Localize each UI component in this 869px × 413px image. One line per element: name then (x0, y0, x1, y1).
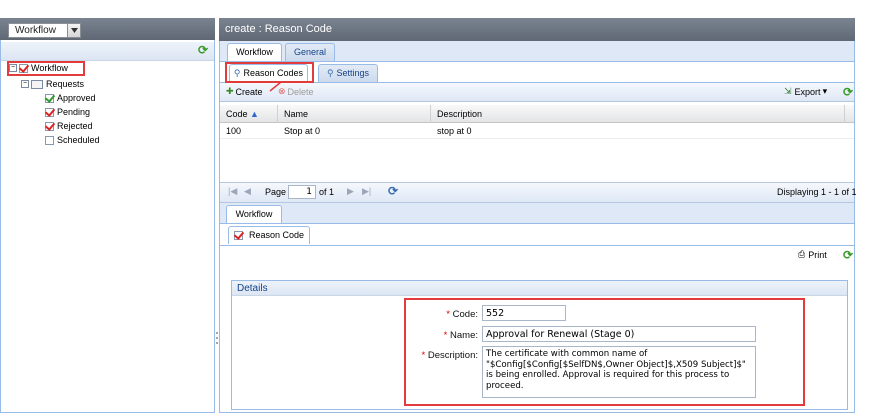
main-panel-title: create : Reason Code (219, 18, 855, 41)
tree-node-scheduled[interactable]: Scheduled (45, 135, 100, 145)
details-legend: Details (232, 281, 847, 296)
tree-node-rejected[interactable]: Rejected (45, 121, 93, 131)
print-button[interactable]: ⎙ Print (798, 249, 827, 260)
column-label: Code (226, 109, 248, 119)
column-header-name[interactable]: Name (278, 105, 431, 123)
print-label: Print (808, 249, 827, 260)
branch-icon: ⚲ (326, 68, 334, 78)
next-page-icon[interactable]: ▶ (347, 186, 354, 197)
tree-node-label: Rejected (57, 121, 93, 131)
checkbox-icon (233, 231, 243, 240)
tab-label: Reason Code (248, 230, 305, 240)
highlight-box (404, 298, 805, 406)
left-toolbar: ⟳ (1, 42, 214, 61)
checkbox-icon (45, 107, 54, 117)
last-page-icon[interactable]: ▶| (362, 186, 371, 197)
create-icon: ✚ (226, 86, 234, 96)
chevron-down-icon: ▾ (822, 86, 828, 96)
cell-name: Stop at 0 (284, 126, 321, 136)
tree-node-label: Approved (57, 93, 96, 103)
tab-detail-workflow[interactable]: Workflow (226, 205, 282, 223)
table-row[interactable]: 100 Stop at 0 stop at 0 (220, 123, 854, 139)
grid-toolbar (220, 83, 854, 102)
detail-tabstrip (220, 203, 854, 224)
delete-label: Delete (287, 86, 314, 97)
calendar-icon (45, 135, 54, 145)
create-button[interactable]: ✚ Create (226, 86, 263, 97)
first-page-icon[interactable]: |◀ (228, 186, 237, 197)
checkbox-icon (45, 93, 54, 103)
workflow-select[interactable]: Workflow (8, 23, 81, 38)
refresh-icon[interactable]: ⟳ (843, 85, 853, 99)
tree-node-label: Requests (46, 79, 85, 89)
sub-tabstrip (220, 62, 854, 83)
prev-page-icon[interactable]: ◀ (244, 186, 251, 197)
tree-node-label: Pending (57, 107, 91, 117)
tree-node-label: Scheduled (57, 135, 100, 145)
printer-icon: ⎙ (798, 249, 806, 259)
tree-node-pending[interactable]: Pending (45, 107, 90, 117)
export-label: Export (794, 86, 821, 97)
tab-general[interactable]: General (285, 43, 335, 61)
grid-header: Code ▲ Name Description (220, 105, 854, 123)
sort-asc-icon: ▲ (250, 109, 259, 119)
page-label: Page (265, 187, 287, 197)
column-header-code[interactable]: Code ▲ (220, 105, 278, 123)
folder-icon (31, 79, 43, 89)
column-header-description[interactable]: Description (431, 105, 845, 123)
tab-reason-code[interactable]: Reason Code (228, 226, 310, 244)
cell-description: stop at 0 (437, 126, 472, 136)
tab-settings[interactable]: ⚲ Settings (318, 64, 378, 82)
detail-toolbar (220, 246, 854, 264)
cell-code: 100 (226, 126, 242, 136)
detail-sub-tabstrip (220, 224, 854, 246)
export-icon: ⇲ (784, 86, 792, 96)
page-number-input[interactable]: 1 (288, 185, 316, 199)
create-label: Create (235, 86, 263, 97)
displaying-status: Displaying 1 - 1 of 1 (777, 187, 857, 197)
refresh-icon[interactable]: ⟳ (198, 43, 208, 57)
refresh-icon[interactable]: ⟳ (843, 248, 853, 262)
highlight-box (7, 61, 85, 76)
tab-workflow[interactable]: Workflow (227, 43, 282, 61)
export-button[interactable]: ⇲ Export ▾ (784, 86, 827, 97)
tree-node-requests[interactable]: − Requests (21, 79, 84, 89)
collapse-icon[interactable]: − (21, 80, 29, 88)
checkbox-icon (45, 121, 54, 131)
workflow-select-value: Workflow (15, 25, 56, 36)
arrow-annotation (269, 81, 282, 92)
tab-label: Settings (336, 68, 370, 78)
chevron-down-icon[interactable] (67, 24, 80, 37)
tree-node-approved[interactable]: Approved (45, 93, 96, 103)
refresh-icon[interactable]: ⟳ (388, 184, 398, 198)
page-count: of 1 (319, 187, 335, 197)
left-panel (0, 18, 215, 413)
